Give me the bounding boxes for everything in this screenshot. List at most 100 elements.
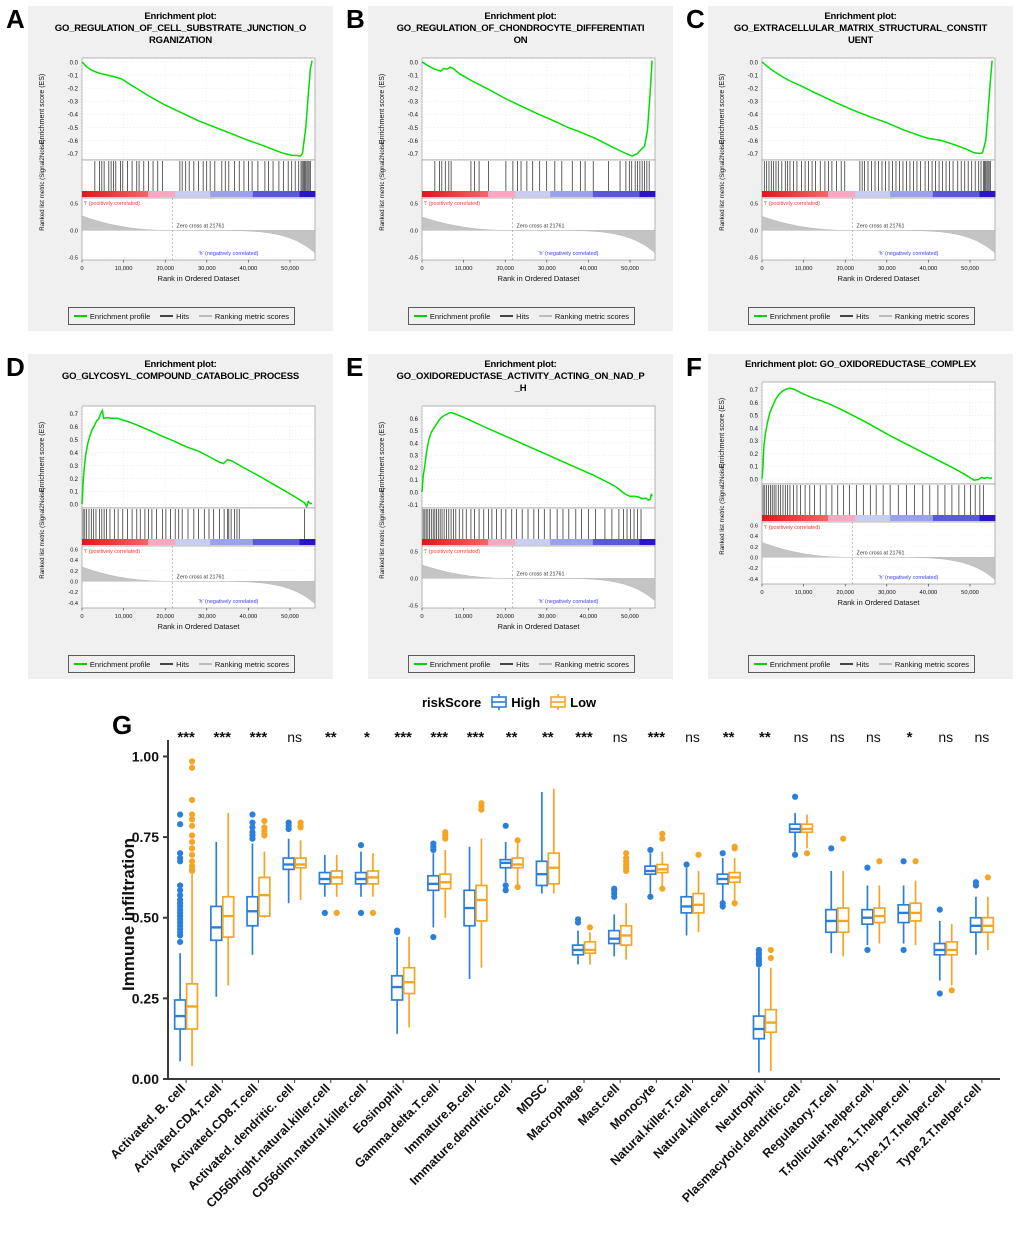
gsea-legend-item-ranking-metric-scores: Ranking metric scores [198, 660, 289, 669]
outlier-point [261, 832, 268, 839]
boxplot-box-low[interactable] [873, 858, 886, 944]
correlation-bar-segment [260, 539, 265, 545]
boxplot-box-high[interactable] [499, 822, 512, 894]
boxplot-box-low[interactable] [656, 830, 669, 892]
boxplot-box-low[interactable] [185, 758, 199, 1067]
boxplot-box-high[interactable] [318, 854, 332, 916]
boxplot-box-low[interactable] [583, 924, 597, 965]
correlation-bar-segment [588, 191, 594, 197]
correlation-bar-segment [979, 515, 984, 521]
correlation-bar-segment [812, 515, 817, 521]
correlation-bar-segment [144, 539, 149, 545]
boxplot-box-high[interactable] [354, 842, 368, 916]
x-tick-label: 20,000 [156, 614, 174, 620]
es-tick-label: 0.6 [410, 417, 419, 423]
boxplot-box-low[interactable] [945, 924, 958, 994]
outlier-point [695, 851, 702, 858]
correlation-bar-segment [429, 191, 435, 197]
es-plot-area [81, 57, 316, 161]
correlation-bar-segment [225, 539, 230, 545]
zero-cross-label: Zero cross at 21761 [517, 571, 565, 577]
correlation-bar-segment [488, 539, 493, 545]
boxplot-box-low[interactable] [511, 837, 524, 891]
correlation-bar-segment [456, 539, 462, 545]
correlation-bar-segment [987, 515, 992, 521]
correlation-bar-segment [948, 191, 953, 197]
gsea-panel-d: D Enrichment plot: GO_GLYCOSYL_COMPOUND_CA… [0, 348, 340, 693]
gsea-title-line-0: GO_REGULATION_OF_CELL_SUBSTRATE_JUNCTION… [54, 23, 307, 34]
boxplot-box-low[interactable] [438, 829, 452, 918]
boxplot-box-low[interactable] [258, 817, 271, 918]
correlation-bar-segment [503, 191, 508, 197]
boxplot-box-high[interactable] [969, 879, 983, 955]
x-tick-label: 50,000 [281, 266, 299, 272]
legend-title: riskScore [422, 694, 482, 710]
boxplot-box-high[interactable] [897, 858, 910, 954]
correlation-bar-segment [460, 539, 466, 545]
boxplot-box-low[interactable] [402, 937, 416, 1028]
boxplot-box-high[interactable] [607, 885, 621, 957]
x-tick-label: 30,000 [198, 266, 216, 272]
boxplot-box-low[interactable] [728, 843, 741, 907]
correlation-bar-segment [214, 191, 219, 197]
boxplot-box-high[interactable] [210, 841, 223, 997]
boxplot-box-low[interactable] [800, 814, 814, 857]
box-iqr [294, 857, 307, 869]
boxplot-box-high[interactable] [861, 864, 874, 954]
boxplot-box-low[interactable] [909, 858, 922, 946]
gsea-legend-item-enrichment-profile: Enrichment profile [413, 312, 490, 321]
boxplot-box-high[interactable] [173, 811, 187, 1062]
boxplot-box-high[interactable] [535, 791, 549, 894]
gsea-legend-label: Enrichment profile [89, 311, 151, 321]
significance-marker: *** [431, 729, 449, 746]
x-axis-label: Rank in Ordered Dataset [158, 274, 240, 283]
gsea-legend-item-hits: Hits [160, 660, 189, 669]
correlation-bar-segment [202, 191, 207, 197]
boxplot-box-high[interactable] [680, 861, 693, 936]
significance-marker: ** [325, 729, 337, 746]
positively-correlated-label: 'l' (positively correlated) [84, 549, 140, 555]
boxplot-box-high[interactable] [716, 850, 730, 910]
boxplot-box-high[interactable] [752, 946, 766, 1073]
es-tick-label: 0.7 [750, 388, 759, 394]
boxplot-box-low[interactable] [475, 800, 488, 968]
gsea-legend-label: Hits [516, 311, 530, 321]
boxplot-box-low[interactable] [547, 788, 561, 894]
boxplot-box-high[interactable] [246, 811, 259, 955]
boxplot-box-high[interactable] [282, 819, 295, 904]
correlation-bar-segment [113, 191, 118, 197]
correlation-bar-segment [554, 539, 559, 545]
outlier-point [767, 946, 774, 954]
correlation-bar-segment [569, 539, 574, 545]
boxplot-box-high[interactable] [933, 906, 947, 997]
es-tick-label: -0.6 [748, 139, 759, 145]
correlation-bar-segment [855, 515, 860, 521]
box-iqr [173, 999, 187, 1030]
boxplot-box-low[interactable] [692, 851, 705, 933]
boxplot-box-high[interactable] [571, 916, 585, 965]
legend-item-low[interactable]: Low [548, 693, 596, 711]
boxplot-box-low[interactable] [836, 835, 850, 957]
boxplot-box-low[interactable] [981, 874, 995, 950]
boxplot-box-low[interactable] [366, 853, 380, 916]
boxplot-box-low[interactable] [764, 946, 778, 1071]
enrichment-profile-swatch-icon [413, 663, 427, 665]
box-iqr [402, 966, 416, 995]
correlation-bar-segment [163, 539, 168, 545]
boxplot-box-low[interactable] [294, 819, 307, 900]
metric-tick-label: 0.0 [70, 579, 78, 585]
boxplot-box-high[interactable] [390, 927, 404, 1034]
boxplot-box-low[interactable] [619, 850, 633, 960]
boxplot-box-high[interactable] [644, 846, 657, 900]
boxplot-box-low[interactable] [221, 812, 235, 986]
correlation-bar-segment [905, 515, 910, 521]
box-iqr [258, 876, 271, 917]
boxplot-box-high[interactable] [427, 840, 440, 941]
boxplot-box-high[interactable] [788, 793, 802, 858]
boxplot-box-high[interactable] [463, 846, 476, 980]
correlation-bar-segment [991, 515, 996, 521]
boxplot-box-low[interactable] [330, 854, 344, 916]
boxplot-box-high[interactable] [824, 845, 838, 954]
legend-item-high[interactable]: High [489, 693, 540, 711]
correlation-bar-segment [870, 515, 876, 521]
